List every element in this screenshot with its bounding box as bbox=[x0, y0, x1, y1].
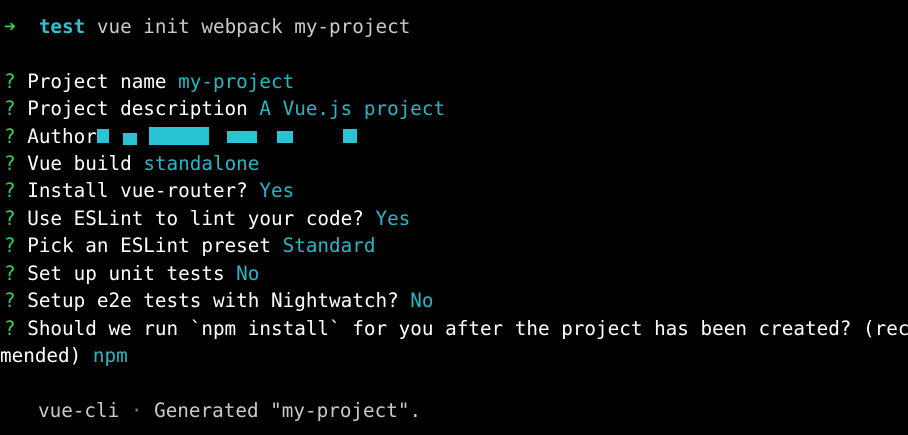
question-mark: ? bbox=[4, 179, 16, 202]
question-label: Author bbox=[27, 125, 97, 148]
question-label: Should we run `npm install` for you afte… bbox=[27, 317, 908, 340]
redacted-author-value bbox=[96, 123, 367, 150]
question-answer: standalone bbox=[143, 152, 260, 175]
footer-line: vue-cli · Generated "my-project". bbox=[38, 397, 421, 424]
question-mark: ? bbox=[4, 234, 16, 257]
question-mark: ? bbox=[4, 317, 16, 340]
footer-separator: · bbox=[130, 399, 143, 422]
question-label: Project name bbox=[27, 70, 167, 93]
question-label: Project description bbox=[27, 97, 248, 120]
question-use-eslint: ? Use ESLint to lint your code? Yes bbox=[4, 205, 410, 232]
question-npm-install-wrap: mended) npm bbox=[0, 342, 128, 369]
question-vue-build: ? Vue build standalone bbox=[4, 150, 259, 177]
wrapped-label: mended) bbox=[0, 344, 82, 367]
prompt-directory: test bbox=[38, 15, 86, 38]
question-mark: ? bbox=[4, 70, 16, 93]
question-project-name: ? Project name my-project bbox=[4, 68, 294, 95]
question-answer: npm bbox=[92, 344, 128, 367]
question-mark: ? bbox=[4, 262, 16, 285]
question-unit-tests: ? Set up unit tests No bbox=[4, 260, 259, 287]
question-e2e-tests: ? Setup e2e tests with Nightwatch? No bbox=[4, 287, 434, 314]
question-install-vue-router: ? Install vue-router? Yes bbox=[4, 177, 294, 204]
prompt-line: ➜ test vue init webpack my-project bbox=[4, 13, 410, 40]
question-author: ? Author bbox=[4, 123, 367, 150]
question-label: Use ESLint to lint your code? bbox=[27, 207, 364, 230]
question-answer: Yes bbox=[259, 179, 295, 202]
question-answer: No bbox=[410, 289, 434, 312]
question-answer: No bbox=[236, 262, 260, 285]
question-mark: ? bbox=[4, 97, 16, 120]
question-mark: ? bbox=[4, 207, 16, 230]
question-label: Set up unit tests bbox=[27, 262, 225, 285]
question-project-description: ? Project description A Vue.js project bbox=[4, 95, 445, 122]
question-label: Pick an ESLint preset bbox=[27, 234, 271, 257]
prompt-arrow-icon: ➜ bbox=[4, 15, 16, 38]
footer-message: Generated "my-project". bbox=[154, 399, 422, 422]
question-answer: Standard bbox=[282, 234, 376, 257]
question-answer: my-project bbox=[178, 70, 295, 93]
question-label: Vue build bbox=[27, 152, 132, 175]
question-answer: Yes bbox=[375, 207, 411, 230]
question-mark: ? bbox=[4, 289, 16, 312]
question-npm-install: ? Should we run `npm install` for you af… bbox=[4, 315, 908, 342]
question-answer: A Vue.js project bbox=[259, 97, 446, 120]
question-eslint-preset: ? Pick an ESLint preset Standard bbox=[4, 232, 375, 259]
question-mark: ? bbox=[4, 125, 16, 148]
footer-tool: vue-cli bbox=[38, 399, 120, 422]
prompt-command: vue init webpack my-project bbox=[96, 15, 411, 38]
question-mark: ? bbox=[4, 152, 16, 175]
question-label: Setup e2e tests with Nightwatch? bbox=[27, 289, 399, 312]
question-label: Install vue-router? bbox=[27, 179, 248, 202]
